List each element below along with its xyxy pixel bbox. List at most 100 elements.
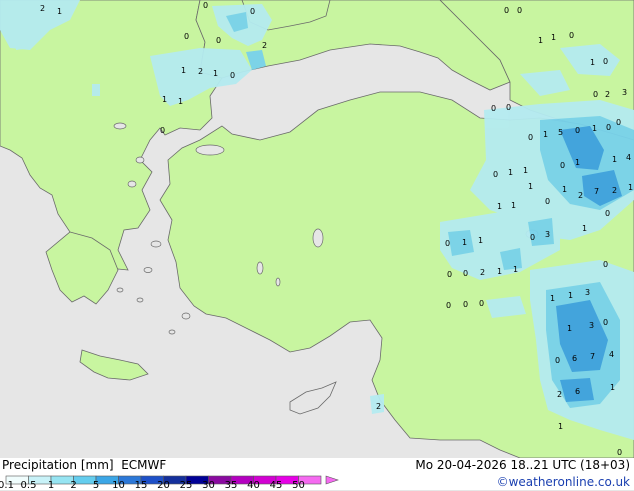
precip-value: 0 xyxy=(504,6,509,15)
precip-value: 1 xyxy=(181,66,186,75)
precip-value: 1 xyxy=(575,158,580,167)
precip-value: 0 xyxy=(447,270,452,279)
footer-title: Precipitation [mm] ECMWF xyxy=(2,458,166,472)
precip-value: 1 xyxy=(538,36,543,45)
precip-value: 2 xyxy=(605,90,610,99)
precip-value: 3 xyxy=(589,321,594,330)
precip-value: 1 xyxy=(57,7,62,16)
precip-value: 0 xyxy=(545,197,550,206)
precip-value: 0 xyxy=(463,269,468,278)
legend-label: 5 xyxy=(92,480,100,491)
precip-value: 6 xyxy=(572,354,577,363)
precip-value: 4 xyxy=(609,350,614,359)
precip-value: 0 xyxy=(250,7,255,16)
precip-value: 0 xyxy=(569,31,574,40)
precip-value: 0 xyxy=(491,104,496,113)
precip-value: 0 xyxy=(617,448,622,457)
legend-label: 30 xyxy=(202,480,215,491)
precip-value: 0 xyxy=(560,161,565,170)
precip-value: 3 xyxy=(622,88,627,97)
precip-value: 7 xyxy=(590,352,595,361)
legend-label: 50 xyxy=(292,480,305,491)
precip-value: 0 xyxy=(603,318,608,327)
precip-value: 1 xyxy=(568,291,573,300)
precip-value: 0 xyxy=(605,209,610,218)
title-text: Precipitation [mm] xyxy=(2,458,114,472)
precip-value: 0 xyxy=(575,126,580,135)
precip-value: 1 xyxy=(213,69,218,78)
precip-value: 0 xyxy=(446,301,451,310)
precip-value: 1 xyxy=(511,201,516,210)
precipitation-map: 2 1000 021 2 1 01 100 01 1 01 00 2 30 000 1 5 0 1 00 1 10 1 1 4… xyxy=(0,0,634,458)
precip-value: 1 xyxy=(592,124,597,133)
precip-value: 1 xyxy=(558,422,563,431)
credit-link[interactable]: ©weatheronline.co.uk xyxy=(497,475,630,489)
precip-value: 1 xyxy=(178,97,183,106)
precip-value: 1 xyxy=(582,224,587,233)
precip-value: 0 xyxy=(463,300,468,309)
precip-value: 0 xyxy=(506,103,511,112)
precip-value: 0 xyxy=(606,123,611,132)
precip-value: 1 xyxy=(508,168,513,177)
legend-label: 40 xyxy=(247,480,260,491)
precip-value: 0 xyxy=(517,6,522,15)
precip-value: 0 xyxy=(160,126,165,135)
legend-label: 20 xyxy=(157,480,170,491)
precip-value: 3 xyxy=(585,288,590,297)
precip-value: 1 xyxy=(523,166,528,175)
precip-value: 2 xyxy=(480,268,485,277)
legend-label: 1 xyxy=(47,480,55,491)
legend-label: 25 xyxy=(179,480,193,491)
legend-label: 10 xyxy=(112,480,125,491)
footer-bar: Precipitation [mm] ECMWF Mo 20-04-2026 1… xyxy=(0,458,634,491)
precip-value: 7 xyxy=(594,187,599,196)
precip-value: 1 xyxy=(162,95,167,104)
precip-value: 0 xyxy=(603,57,608,66)
precip-value: 0 xyxy=(184,32,189,41)
precip-value: 1 xyxy=(513,265,518,274)
precip-value: 2 xyxy=(612,186,617,195)
precip-value: 2 xyxy=(376,402,381,411)
precip-value: 1 xyxy=(551,33,556,42)
precip-value: 1 xyxy=(462,238,467,247)
precip-value: 0 xyxy=(555,356,560,365)
precip-value: 1 xyxy=(590,58,595,67)
precip-value: 1 xyxy=(497,202,502,211)
precip-value: 0 xyxy=(479,299,484,308)
precip-value: 0 xyxy=(530,233,535,242)
precip-value: 1 xyxy=(497,267,502,276)
precip-value: 1 xyxy=(543,130,548,139)
precip-value: 1 xyxy=(478,236,483,245)
precip-value: 1 xyxy=(550,294,555,303)
legend-label: 45 xyxy=(269,480,283,491)
precip-value: 2 xyxy=(578,191,583,200)
legend-label: 0.1 xyxy=(0,480,14,491)
precip-value: 0 xyxy=(493,170,498,179)
precip-value: 1 xyxy=(528,182,533,191)
precip-value: 2 xyxy=(262,41,267,50)
forecast-datetime: Mo 20-04-2026 18..21 UTC (18+03) xyxy=(415,458,630,472)
precip-value: 6 xyxy=(575,387,580,396)
model-name: ECMWF xyxy=(121,458,167,472)
precip-value: 5 xyxy=(558,128,563,137)
precip-value: 0 xyxy=(230,71,235,80)
precip-value: 0 xyxy=(593,90,598,99)
precip-value: 0 xyxy=(445,239,450,248)
precip-value: 1 xyxy=(567,324,572,333)
precip-value: 4 xyxy=(626,153,631,162)
legend-label: 15 xyxy=(134,480,148,491)
precip-value: 0 xyxy=(603,260,608,269)
precip-value: 1 xyxy=(610,383,615,392)
precip-value: 2 xyxy=(557,390,562,399)
precip-value: 0 xyxy=(216,36,221,45)
precip-value: 2 xyxy=(40,4,45,13)
precip-value: 0 xyxy=(616,118,621,127)
precip-value: 1 xyxy=(628,183,633,192)
precip-value: 1 xyxy=(612,155,617,164)
legend-label: 35 xyxy=(224,480,238,491)
legend-label: 2 xyxy=(70,480,77,491)
precip-value: 1 xyxy=(562,185,567,194)
precip-value: 0 xyxy=(203,1,208,10)
legend-label: 0.5 xyxy=(20,480,37,491)
precip-value: 2 xyxy=(198,67,203,76)
